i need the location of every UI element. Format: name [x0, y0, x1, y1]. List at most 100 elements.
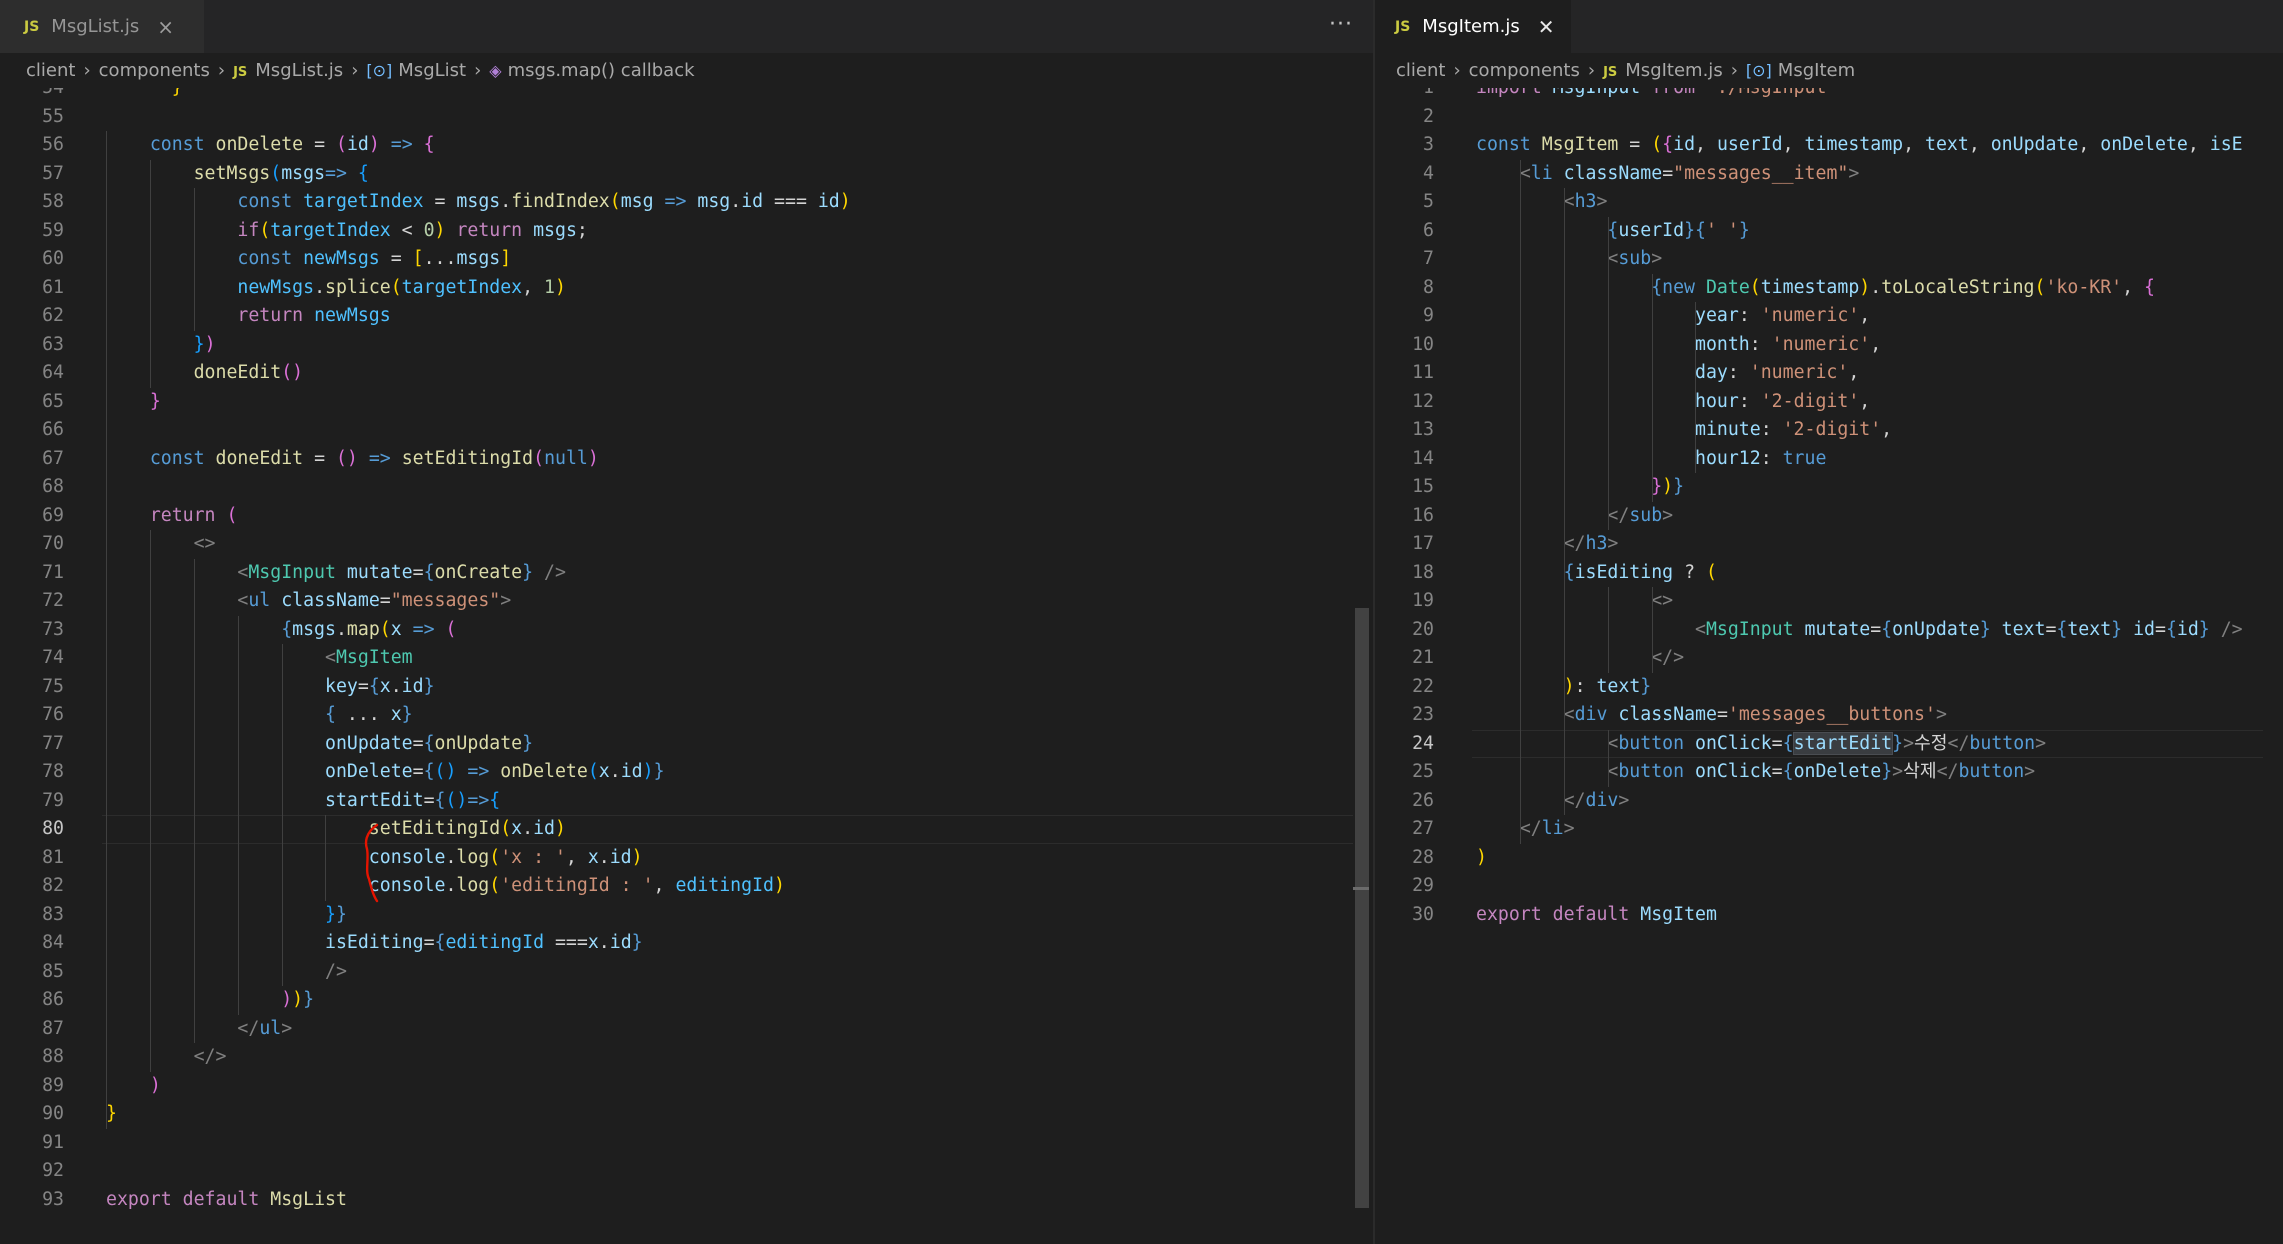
code-line[interactable]: 6 {userId}{' '}	[1375, 217, 2283, 246]
code-line[interactable]: 87 </ul>	[0, 1015, 1373, 1044]
code-line[interactable]: 25 <button onClick={onDelete}>삭제</button…	[1375, 758, 2283, 787]
code-line[interactable]: 54 }	[0, 88, 1373, 103]
code-line[interactable]: 7 <sub>	[1375, 245, 2283, 274]
code-line[interactable]: 57 setMsgs(msgs=> {	[0, 160, 1373, 189]
breadcrumb-item-callback[interactable]: ◈ msgs.map() callback	[489, 60, 694, 81]
code-line[interactable]: 11 day: 'numeric',	[1375, 359, 2283, 388]
code-line[interactable]: 92	[0, 1157, 1373, 1186]
code-line[interactable]: 56 const onDelete = (id) => {	[0, 131, 1373, 160]
code-line[interactable]: 22 ): text}	[1375, 673, 2283, 702]
code-line[interactable]: 73 {msgs.map(x => (	[0, 616, 1373, 645]
code-line[interactable]: 91	[0, 1129, 1373, 1158]
code-line[interactable]: 8 {new Date(timestamp).toLocaleString('k…	[1375, 274, 2283, 303]
breadcrumb-item-folder[interactable]: client	[26, 60, 75, 81]
code-line[interactable]: 1 import MsgInput from './MsgInput'	[1375, 88, 2283, 103]
code-line[interactable]: 68	[0, 473, 1373, 502]
code-text: </ul>	[106, 1015, 292, 1044]
vertical-scrollbar[interactable]	[1353, 86, 1369, 1244]
code-line[interactable]: 76 { ... x}	[0, 701, 1373, 730]
code-line[interactable]: 86 ))}	[0, 986, 1373, 1015]
breadcrumb-item-file[interactable]: JS MsgItem.js	[1603, 60, 1723, 81]
scrollbar-thumb[interactable]	[1355, 608, 1369, 1208]
code-line[interactable]: 90}	[0, 1100, 1373, 1129]
code-line[interactable]: 26 </div>	[1375, 787, 2283, 816]
code-line[interactable]: 80 setEditingId(x.id)	[0, 815, 1373, 844]
code-line[interactable]: 61 newMsgs.splice(targetIndex, 1)	[0, 274, 1373, 303]
code-token: }	[1892, 732, 1904, 754]
code-line[interactable]: 60 const newMsgs = [...msgs]	[0, 245, 1373, 274]
code-line[interactable]: 55	[0, 103, 1373, 132]
breadcrumb-item-file[interactable]: JS MsgList.js	[233, 60, 343, 81]
code-editor[interactable]: 1import MsgInput from './MsgInput'23cons…	[1375, 88, 2283, 1244]
code-line[interactable]: 85 />	[0, 958, 1373, 987]
code-line[interactable]: 81 console.log('x : ', x.id)	[0, 844, 1373, 873]
code-line[interactable]: 88 </>	[0, 1043, 1373, 1072]
code-token: ()	[281, 362, 304, 383]
code-line[interactable]: 64 doneEdit()	[0, 359, 1373, 388]
code-text: setMsgs(msgs=> {	[106, 160, 369, 189]
code-line[interactable]: 9 year: 'numeric',	[1375, 302, 2283, 331]
code-line[interactable]: 2	[1375, 103, 2283, 132]
code-line[interactable]: 28)	[1375, 844, 2283, 873]
code-line[interactable]: 82 console.log('editingId : ', editingId…	[0, 872, 1373, 901]
code-line[interactable]: 63 })	[0, 331, 1373, 360]
code-line[interactable]: 71 <MsgInput mutate={onCreate} />	[0, 559, 1373, 588]
code-line[interactable]: 30 export default MsgItem	[1375, 901, 2283, 930]
code-line[interactable]: 75 key={x.id}	[0, 673, 1373, 702]
breadcrumb-item-folder[interactable]: client	[1396, 60, 1445, 81]
code-line[interactable]: 58 const targetIndex = msgs.findIndex(ms…	[0, 188, 1373, 217]
more-actions-icon[interactable]: ···	[1329, 12, 1353, 37]
code-line[interactable]: 79 startEdit={()=>{	[0, 787, 1373, 816]
line-number: 68	[42, 476, 64, 497]
close-icon[interactable]: ×	[157, 15, 174, 39]
code-line[interactable]: 23 <div className='messages__buttons'>	[1375, 701, 2283, 730]
code-line[interactable]: 15 })}	[1375, 473, 2283, 502]
code-line[interactable]: 16 </sub>	[1375, 502, 2283, 531]
code-line[interactable]: 17 </h3>	[1375, 530, 2283, 559]
line-number: 79	[42, 789, 64, 811]
code-line[interactable]: 14 hour12: true	[1375, 445, 2283, 474]
code-line[interactable]: 27 </li>	[1375, 815, 2283, 844]
breadcrumb-item-folder[interactable]: components	[1469, 60, 1580, 81]
code-line[interactable]: 3 const MsgItem = ({id, userId, timestamp…	[1375, 131, 2283, 160]
code-line[interactable]: 18 {isEditing ? (	[1375, 559, 2283, 588]
tab-msgitem[interactable]: JS MsgItem.js ✕	[1375, 0, 1571, 53]
code-line[interactable]: 70 <>	[0, 530, 1373, 559]
code-line[interactable]: 62 return newMsgs	[0, 302, 1373, 331]
breadcrumb-item-folder[interactable]: components	[99, 60, 210, 81]
code-line[interactable]: 19 <>	[1375, 587, 2283, 616]
code-line[interactable]: 89 )	[0, 1072, 1373, 1101]
breadcrumb-item-function[interactable]: [⊙] MsgList	[366, 60, 466, 81]
code-line[interactable]: 59 if(targetIndex < 0) return msgs;	[0, 217, 1373, 246]
code-line[interactable]: 77 onUpdate={onUpdate}	[0, 730, 1373, 759]
code-line[interactable]: 29	[1375, 872, 2283, 901]
code-line[interactable]: 84 isEditing={editingId ===x.id}	[0, 929, 1373, 958]
code-line[interactable]: 4 <li className="messages__item">	[1375, 160, 2283, 189]
code-line[interactable]: 78 onDelete={() => onDelete(x.id)}	[0, 758, 1373, 787]
code-line[interactable]: 24 <button onClick={startEdit}>수정</butto…	[1375, 729, 2283, 758]
code-line[interactable]: 74 <MsgItem	[0, 644, 1373, 673]
code-line[interactable]: 10 month: 'numeric',	[1375, 331, 2283, 360]
code-token: null	[544, 447, 588, 469]
code-line[interactable]: 65 }	[0, 388, 1373, 417]
code-line[interactable]: 69 return (	[0, 502, 1373, 531]
code-line[interactable]: 5 <h3>	[1375, 188, 2283, 217]
tab-msglist[interactable]: JS MsgList.js ×	[0, 0, 204, 53]
code-editor[interactable]: 54 }5556 const onDelete = (id) => {57 se…	[0, 88, 1373, 1244]
code-line[interactable]: 13 minute: '2-digit',	[1375, 416, 2283, 445]
code-line[interactable]: 83 }}	[0, 901, 1373, 930]
code-line[interactable]: 66	[0, 416, 1373, 445]
code-token: h3	[1585, 533, 1608, 554]
code-line[interactable]: 72 <ul className="messages">	[0, 587, 1373, 616]
code-token: {	[2056, 618, 2068, 640]
code-line[interactable]: 21 </>	[1375, 644, 2283, 673]
breadcrumb-item-function[interactable]: [⊙] MsgItem	[1746, 60, 1855, 81]
code-line[interactable]: 93 export default MsgList	[0, 1186, 1373, 1215]
close-icon[interactable]: ✕	[1538, 15, 1555, 39]
code-token: )	[839, 191, 851, 212]
code-token: x	[587, 846, 599, 868]
code-line[interactable]: 20 <MsgInput mutate={onUpdate} text={tex…	[1375, 616, 2283, 645]
code-line[interactable]: 12 hour: '2-digit',	[1375, 388, 2283, 417]
code-line[interactable]: 67 const doneEdit = () => setEditingId(n…	[0, 445, 1373, 474]
